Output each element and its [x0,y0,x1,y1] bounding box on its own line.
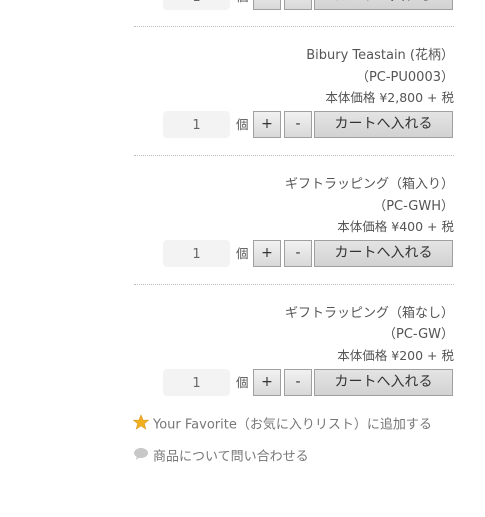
increment-button[interactable]: + [253,240,281,267]
product-price: 本体価格 ¥400 + 税 [337,219,454,234]
star-icon [132,414,150,436]
divider [134,26,454,27]
quantity-unit: 個 [236,117,249,132]
quantity-input[interactable]: 1 [163,240,230,267]
increment-button[interactable]: + [253,111,281,138]
increment-button[interactable]: + [253,0,281,10]
add-favorite-label: Your Favorite（お気に入りリスト）に追加する [153,417,432,433]
quantity-unit: 個 [236,246,249,261]
product-price: 本体価格 ¥2,800 + 税 [325,90,454,105]
increment-button[interactable]: + [253,369,281,396]
decrement-button[interactable]: - [284,0,312,10]
divider [134,284,454,285]
quantity-input[interactable]: 1 [163,111,230,138]
quantity-input[interactable]: 1 [163,0,230,10]
divider [134,155,454,156]
product-code: （PC-PU0003） [355,70,454,85]
add-to-cart-button[interactable]: カートへ入れる [314,240,453,267]
product-name: Bibury Teastain (花柄） [306,48,454,63]
product-code: （PC-GW） [382,327,454,342]
product-name: ギフトラッピング（箱なし） [284,306,454,321]
add-to-cart-button[interactable]: カートへ入れる [314,0,453,10]
speech-bubble-icon [133,447,149,467]
add-favorite-link[interactable]: Your Favorite（お気に入りリスト）に追加する [132,414,432,436]
product-inquiry-label: 商品について問い合わせる [153,449,309,465]
quantity-input[interactable]: 1 [163,369,230,396]
add-to-cart-button[interactable]: カートへ入れる [314,111,453,138]
quantity-unit: 個 [236,375,249,390]
product-inquiry-link[interactable]: 商品について問い合わせる [133,447,309,467]
add-to-cart-button[interactable]: カートへ入れる [314,369,453,396]
quantity-unit: 個 [236,0,249,10]
product-price: 本体価格 ¥200 + 税 [337,348,454,363]
product-code: （PC-GWH） [373,199,454,214]
decrement-button[interactable]: - [284,240,312,267]
decrement-button[interactable]: - [284,111,312,138]
product-name: ギフトラッピング（箱入り） [284,177,454,192]
decrement-button[interactable]: - [284,369,312,396]
